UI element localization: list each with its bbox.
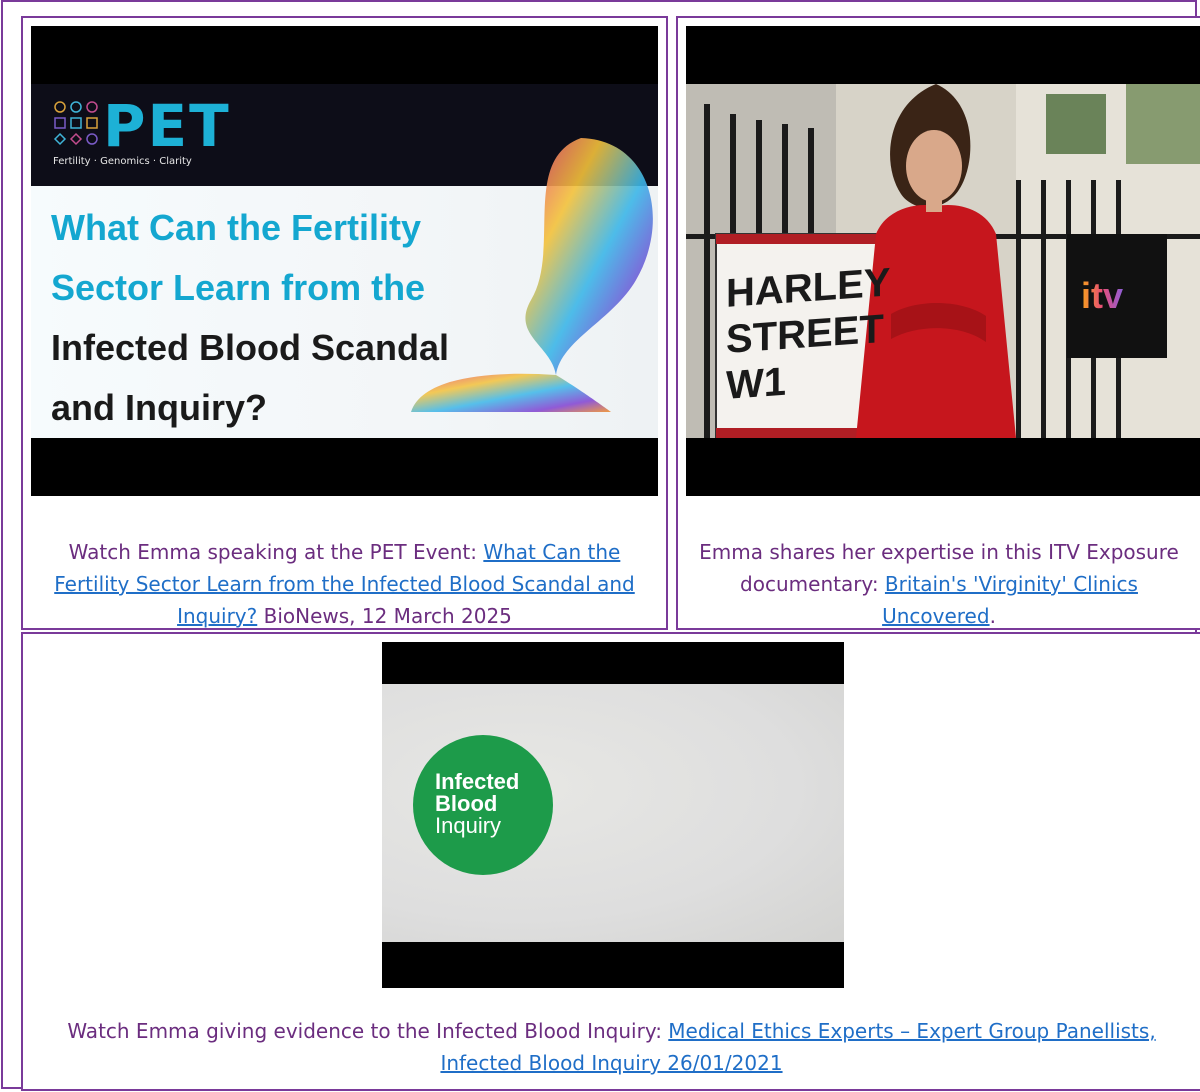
video-thumbnail-ibi[interactable]: Infected Blood Inquiry [382,642,844,988]
inquiry-background: Infected Blood Inquiry [382,684,844,942]
street-sign: HARLEY STREET W1 [726,260,890,409]
pet-logo-text: PET [103,92,231,160]
caption-source: BioNews, 12 March 2025 [257,604,512,628]
ibi-logo-text: Infected Blood Inquiry [435,771,519,837]
pet-logo-grid-icon [53,101,98,146]
video-link-itv[interactable]: Britain's 'Virginity' Clinics Uncovered [882,572,1138,628]
video-caption-pet: Watch Emma speaking at the PET Event: Wh… [23,536,666,632]
ibi-logo-line-1: Infected [435,769,520,794]
video-caption-itv: Emma shares her expertise in this ITV Ex… [678,536,1200,632]
itv-logo-icon: itv [1067,234,1167,358]
itv-wordmark: itv [1081,276,1123,316]
video-card-itv: HARLEY STREET W1 itv Emma shares her exp… [676,16,1200,630]
ibi-logo-line-3: Inquiry [435,813,502,838]
caption-text: Watch Emma speaking at the PET Event: [68,540,484,564]
video-thumbnail-pet[interactable]: PET Fertility · Genomics · Clarity What … [31,26,658,496]
video-card-ibi: Infected Blood Inquiry Watch Emma giving… [21,632,1200,1091]
ibi-logo-line-2: Blood [435,791,498,816]
pet-tagline: Fertility · Genomics · Clarity [53,156,192,167]
caption-punctuation: . [989,604,996,628]
video-caption-ibi: Watch Emma giving evidence to the Infect… [23,1015,1200,1079]
infected-blood-inquiry-logo: Infected Blood Inquiry [413,735,553,875]
itv-logo-text: itv [1081,276,1123,316]
embryo-graphic [411,138,653,412]
video-thumbnail-itv[interactable]: HARLEY STREET W1 itv [686,26,1200,496]
sign-line-2: STREET W1 [726,306,884,408]
video-card-pet: PET Fertility · Genomics · Clarity What … [21,16,668,630]
caption-text: Watch Emma giving evidence to the Infect… [67,1019,669,1043]
